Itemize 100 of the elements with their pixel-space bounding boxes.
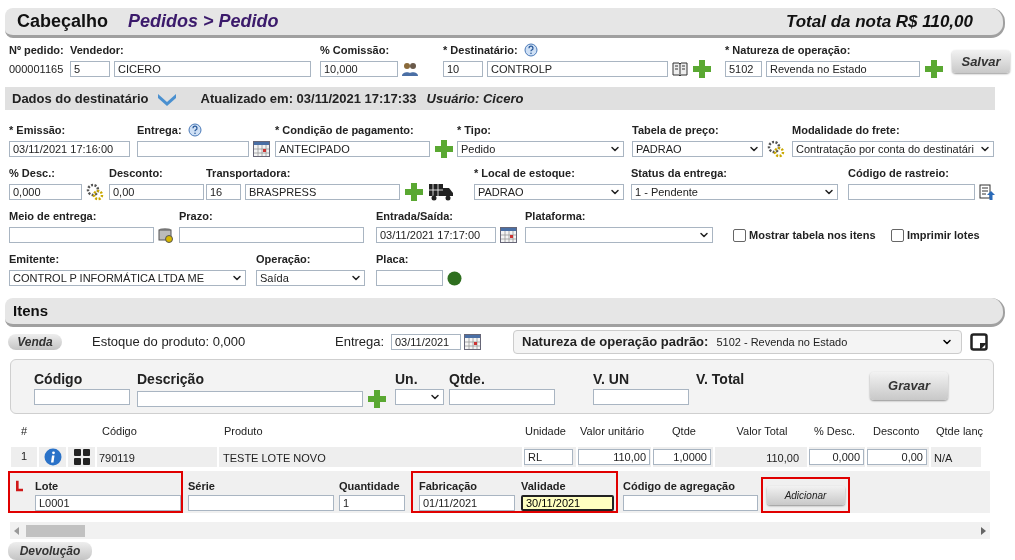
input-field[interactable] bbox=[449, 389, 555, 405]
input-field[interactable] bbox=[848, 184, 975, 200]
input-field[interactable] bbox=[623, 495, 758, 511]
mode-tab[interactable]: Venda bbox=[8, 334, 62, 350]
calendar-icon[interactable] bbox=[500, 227, 517, 243]
calendar-icon[interactable] bbox=[464, 334, 481, 350]
input-field[interactable]: 0,00 bbox=[109, 184, 204, 200]
plus-icon[interactable] bbox=[404, 182, 424, 202]
input-field[interactable] bbox=[137, 391, 363, 407]
select-field[interactable]: Natureza de operação padrão: 5102 - Revenda no Estado bbox=[513, 330, 962, 354]
field-label: Placa: bbox=[376, 251, 409, 267]
input-field[interactable]: 110,00 bbox=[578, 449, 650, 465]
field-label: Quantidade bbox=[339, 479, 401, 492]
input-field[interactable]: 0,00 bbox=[867, 449, 927, 465]
gear-icon[interactable] bbox=[767, 140, 785, 158]
field-label: Transportadora: bbox=[206, 165, 291, 181]
table-cell: 1 bbox=[11, 447, 37, 467]
field-label: Código de agregação bbox=[623, 479, 736, 492]
breadcrumb[interactable]: Pedidos > Pedido bbox=[128, 8, 279, 35]
select-field[interactable]: PADRAO bbox=[632, 141, 763, 157]
plus-icon[interactable] bbox=[692, 59, 712, 79]
add-button[interactable]: Adicionar bbox=[766, 485, 845, 505]
order-number: 000001165 bbox=[9, 61, 64, 77]
input-field[interactable] bbox=[137, 141, 249, 157]
input-field[interactable]: BRASPRESS bbox=[245, 184, 400, 200]
select-field[interactable]: Contratação por conta do destinatári bbox=[792, 141, 994, 157]
scroll-thumb[interactable] bbox=[26, 524, 85, 537]
help-icon[interactable] bbox=[523, 43, 538, 57]
input-field[interactable]: CONTROLP bbox=[487, 61, 668, 77]
select-field[interactable] bbox=[395, 389, 444, 405]
save-item-button[interactable]: Gravar bbox=[870, 372, 948, 400]
select-field[interactable]: Pedido bbox=[457, 141, 624, 157]
book-icon[interactable] bbox=[672, 62, 688, 76]
input-field[interactable]: 03/11/2021 17:17:00 bbox=[376, 227, 496, 243]
select-field[interactable]: 1 - Pendente bbox=[631, 184, 838, 200]
input-field[interactable] bbox=[179, 227, 364, 243]
input-field[interactable]: 01/11/2021 bbox=[419, 495, 515, 511]
column-label: Descrição bbox=[137, 370, 205, 386]
select-field[interactable] bbox=[525, 227, 713, 243]
plus-icon[interactable] bbox=[924, 59, 944, 79]
plus-icon[interactable] bbox=[367, 389, 387, 409]
plus-icon[interactable] bbox=[434, 139, 454, 159]
input-field[interactable] bbox=[376, 270, 443, 286]
scroll-left-icon[interactable] bbox=[14, 526, 19, 535]
scroll-right-icon[interactable] bbox=[981, 526, 986, 535]
code-field[interactable]: 10 bbox=[443, 61, 483, 77]
select-field[interactable]: PADRAO bbox=[474, 184, 624, 200]
field-label: Plataforma: bbox=[525, 208, 586, 224]
input-field[interactable]: Revenda no Estado bbox=[766, 61, 920, 77]
gear-icon[interactable] bbox=[86, 183, 104, 201]
truck-icon[interactable] bbox=[428, 183, 454, 201]
save-button[interactable]: Salvar bbox=[952, 50, 1010, 73]
input-field[interactable]: ANTECIPADO bbox=[275, 141, 430, 157]
input-field[interactable]: 0,000 bbox=[9, 184, 82, 200]
stock-text: Estoque do produto: 0,000 bbox=[92, 333, 247, 352]
select-field[interactable]: Saída bbox=[256, 270, 365, 286]
input-field[interactable]: 10,000 bbox=[320, 61, 398, 77]
code-field[interactable]: 5 bbox=[70, 61, 110, 77]
checkbox[interactable] bbox=[891, 228, 904, 242]
code-field[interactable]: 5102 bbox=[725, 61, 762, 77]
column-header: # bbox=[19, 423, 29, 439]
input-field[interactable] bbox=[9, 227, 154, 243]
input-field[interactable] bbox=[593, 389, 689, 405]
input-field[interactable] bbox=[34, 389, 130, 405]
help-icon[interactable] bbox=[187, 123, 202, 137]
field-label: % Desc.: bbox=[9, 165, 55, 181]
calendar-icon[interactable] bbox=[253, 141, 270, 157]
table-cell: 110,00 bbox=[715, 447, 807, 467]
database-icon[interactable] bbox=[158, 227, 174, 243]
grid-icon[interactable] bbox=[73, 449, 90, 465]
column-header: Unidade bbox=[524, 423, 567, 439]
status-icon bbox=[447, 270, 462, 286]
select-field[interactable]: CONTROL P INFORMÁTICA LTDA ME bbox=[9, 270, 246, 286]
chevron-down-icon[interactable] bbox=[156, 91, 177, 106]
code-field[interactable]: 16 bbox=[206, 184, 241, 200]
field-label: * Natureza de operação: bbox=[725, 42, 851, 58]
input-field[interactable]: CICERO bbox=[114, 61, 311, 77]
section-title: Dados do destinatário bbox=[12, 89, 149, 108]
field-label: Operação: bbox=[256, 251, 311, 267]
export-icon[interactable] bbox=[979, 183, 995, 201]
checkbox-label: Imprimir lotes bbox=[907, 227, 980, 243]
field-label: Tabela de preço: bbox=[632, 122, 719, 138]
input-field[interactable]: 0,000 bbox=[809, 449, 864, 465]
checkbox[interactable] bbox=[733, 228, 746, 242]
field-label: Desconto: bbox=[109, 165, 163, 181]
input-field[interactable]: 1,0000 bbox=[653, 449, 711, 465]
field-label: Lote bbox=[35, 479, 60, 492]
input-field[interactable]: L0001 bbox=[35, 495, 181, 511]
input-field[interactable]: RL bbox=[524, 449, 573, 465]
field-label: Série bbox=[188, 479, 216, 492]
date-field[interactable]: 03/11/2021 bbox=[391, 334, 461, 350]
square-icon[interactable] bbox=[970, 333, 988, 351]
input-field[interactable]: 1 bbox=[339, 495, 405, 511]
people-icon[interactable] bbox=[402, 61, 418, 77]
input-field[interactable] bbox=[188, 495, 334, 511]
input-field[interactable]: 30/11/2021 bbox=[521, 495, 614, 511]
mode-tab[interactable]: Devolução bbox=[8, 542, 92, 560]
field-label: Nº pedido: bbox=[9, 42, 64, 58]
scrollbar[interactable] bbox=[10, 522, 990, 539]
input-field[interactable]: 03/11/2021 17:16:00 bbox=[9, 141, 130, 157]
